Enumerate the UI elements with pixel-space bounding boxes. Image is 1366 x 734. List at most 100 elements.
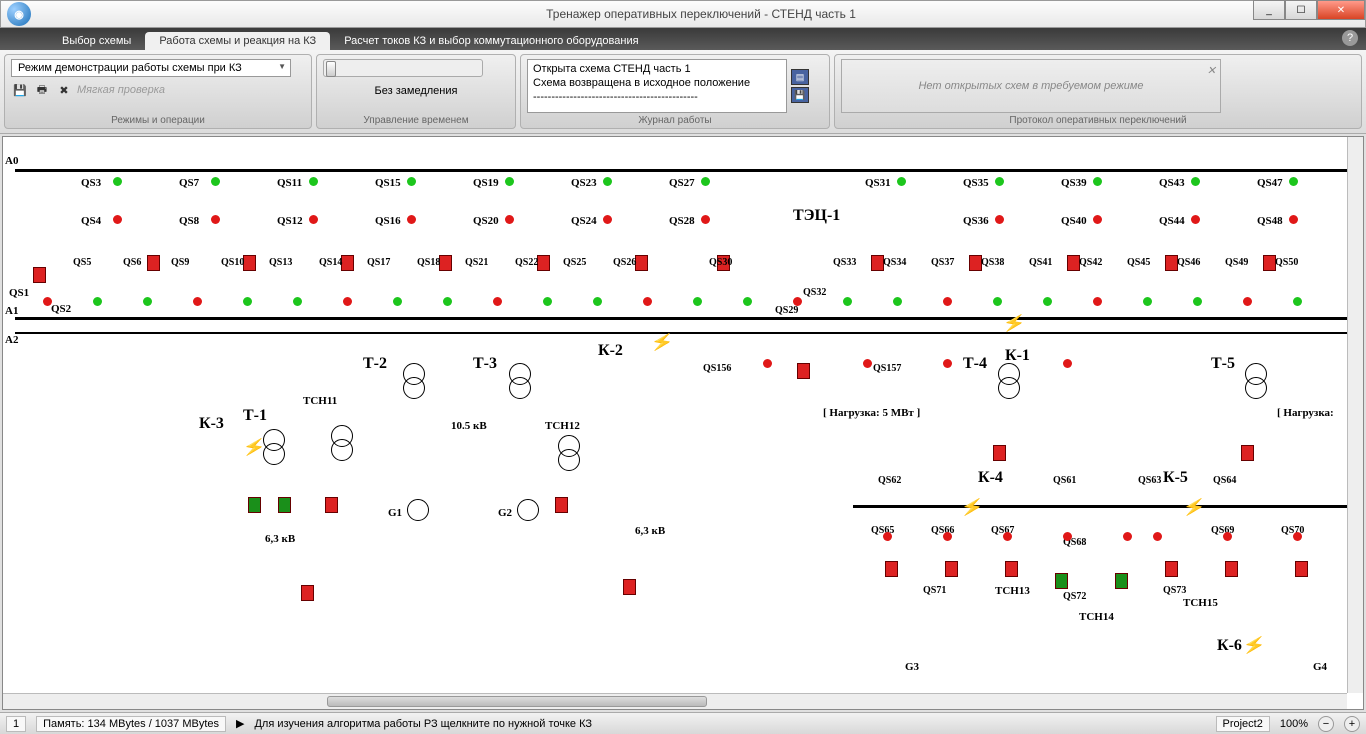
- label-qs: QS3: [81, 177, 101, 189]
- breaker[interactable]: [885, 561, 898, 577]
- label-qs: QS16: [375, 215, 401, 227]
- ribbon-group-modes: Режим демонстрации работы схемы при КЗ 💾…: [4, 54, 312, 129]
- status-zoom: 100%: [1280, 718, 1308, 730]
- tab-scheme-work[interactable]: Работа схемы и реакция на КЗ: [145, 32, 330, 50]
- breaker[interactable]: [243, 255, 256, 271]
- label-qs: QS62: [878, 475, 901, 486]
- label-qs: QS47: [1257, 177, 1283, 189]
- label-g1: G1: [388, 507, 402, 519]
- tab-bar: Выбор схемы Работа схемы и реакция на КЗ…: [0, 28, 1366, 50]
- label-g3: G3: [905, 661, 919, 673]
- indicator-dot: [293, 297, 302, 306]
- label-qs: QS12: [277, 215, 303, 227]
- indicator-dot: [1063, 532, 1072, 541]
- breaker[interactable]: [439, 255, 452, 271]
- fault-icon[interactable]: ⚡: [959, 495, 985, 520]
- label-a1: A1: [5, 305, 18, 317]
- breaker[interactable]: [945, 561, 958, 577]
- indicator-dot: [143, 297, 152, 306]
- log-save-icon[interactable]: 💾: [791, 87, 809, 103]
- generator-symbol: [517, 499, 539, 521]
- breaker[interactable]: [555, 497, 568, 513]
- indicator-dot: [493, 297, 502, 306]
- fault-icon[interactable]: ⚡: [1241, 633, 1267, 658]
- indicator-dot: [211, 177, 220, 186]
- indicator-dot: [1289, 177, 1298, 186]
- breaker[interactable]: [33, 267, 46, 283]
- label-6kv-a: 6,3 кВ: [265, 533, 295, 545]
- ribbon-group-time: Без замедления Управление временем: [316, 54, 516, 129]
- label-qs: QS38: [981, 257, 1004, 268]
- electrical-diagram: A0 A1 A2 ТЭЦ-1 [] К-2 К-1 К-3 К-4 К-5 К-…: [3, 137, 1363, 692]
- fault-icon[interactable]: ⚡: [1181, 495, 1207, 520]
- label-qs: QS36: [963, 215, 989, 227]
- zoom-in-button[interactable]: +: [1344, 716, 1360, 732]
- help-button[interactable]: ?: [1342, 30, 1358, 46]
- breaker[interactable]: [325, 497, 338, 513]
- indicator-dot: [701, 177, 710, 186]
- breaker[interactable]: [635, 255, 648, 271]
- fault-icon[interactable]: ⚡: [649, 330, 675, 355]
- log-line: ----------------------------------------…: [533, 91, 781, 105]
- label-qs: QS39: [1061, 177, 1087, 189]
- label-qs: QS41: [1029, 257, 1052, 268]
- breaker[interactable]: [1295, 561, 1308, 577]
- label-qs: QS8: [179, 215, 199, 227]
- breaker[interactable]: [248, 497, 261, 513]
- indicator-dot: [1289, 215, 1298, 224]
- label-qs: QS48: [1257, 215, 1283, 227]
- breaker[interactable]: [278, 497, 291, 513]
- indicator-dot: [407, 177, 416, 186]
- label-tch12: ТСН12: [545, 420, 580, 432]
- close-button[interactable]: ✕: [1317, 0, 1365, 20]
- label-qs: QS13: [269, 257, 292, 268]
- tab-kz-calc[interactable]: Расчет токов КЗ и выбор коммутационного …: [330, 32, 652, 50]
- label-qs: QS18: [417, 257, 440, 268]
- maximize-button[interactable]: ☐: [1285, 0, 1317, 20]
- status-project[interactable]: Project2: [1216, 716, 1270, 732]
- indicator-dot: [743, 297, 752, 306]
- indicator-dot: [505, 177, 514, 186]
- breaker[interactable]: [1005, 561, 1018, 577]
- zoom-out-button[interactable]: −: [1318, 716, 1334, 732]
- diagram-viewport[interactable]: A0 A1 A2 ТЭЦ-1 [] К-2 К-1 К-3 К-4 К-5 К-…: [2, 136, 1364, 710]
- breaker[interactable]: [147, 255, 160, 271]
- mode-dropdown[interactable]: Режим демонстрации работы схемы при КЗ: [11, 59, 291, 77]
- breaker[interactable]: [1241, 445, 1254, 461]
- fault-icon[interactable]: ⚡: [1001, 311, 1027, 336]
- minimize-button[interactable]: _: [1253, 0, 1285, 20]
- breaker[interactable]: [1115, 573, 1128, 589]
- label-a0: A0: [5, 155, 18, 167]
- breaker[interactable]: [1165, 561, 1178, 577]
- indicator-dot: [943, 532, 952, 541]
- indicator-dot: [701, 215, 710, 224]
- scrollbar-thumb[interactable]: [327, 696, 707, 707]
- breaker[interactable]: [1055, 573, 1068, 589]
- breaker[interactable]: [301, 585, 314, 601]
- label-qs: QS156: [703, 363, 731, 374]
- protocol-close-icon[interactable]: ✕: [1207, 64, 1216, 77]
- tab-scheme-select[interactable]: Выбор схемы: [48, 32, 145, 50]
- label-station: ТЭЦ-1: [793, 207, 840, 225]
- scrollbar-horizontal[interactable]: [3, 693, 1347, 709]
- log-textbox[interactable]: Открыта схема СТЕНД часть 1 Схема возвра…: [527, 59, 787, 113]
- delete-icon[interactable]: ✖: [55, 81, 73, 99]
- print-icon[interactable]: 🖶: [33, 81, 51, 99]
- breaker[interactable]: [623, 579, 636, 595]
- group-label-time: Управление временем: [323, 113, 509, 126]
- ribbon: Режим демонстрации работы схемы при КЗ 💾…: [0, 50, 1366, 134]
- breaker[interactable]: [537, 255, 550, 271]
- label-qs: QS29: [775, 305, 798, 316]
- save-icon[interactable]: 💾: [11, 81, 29, 99]
- label-tch14: ТСН14: [1079, 611, 1114, 623]
- time-slider[interactable]: [323, 59, 483, 77]
- breaker[interactable]: [1225, 561, 1238, 577]
- transformer-symbol: [403, 377, 425, 399]
- breaker[interactable]: [797, 363, 810, 379]
- transformer-symbol: [331, 439, 353, 461]
- log-expand-icon[interactable]: ▤: [791, 69, 809, 85]
- breaker[interactable]: [993, 445, 1006, 461]
- window-title: Тренажер оперативных переключений - СТЕН…: [37, 7, 1365, 21]
- breaker[interactable]: [341, 255, 354, 271]
- scrollbar-vertical[interactable]: [1347, 137, 1363, 693]
